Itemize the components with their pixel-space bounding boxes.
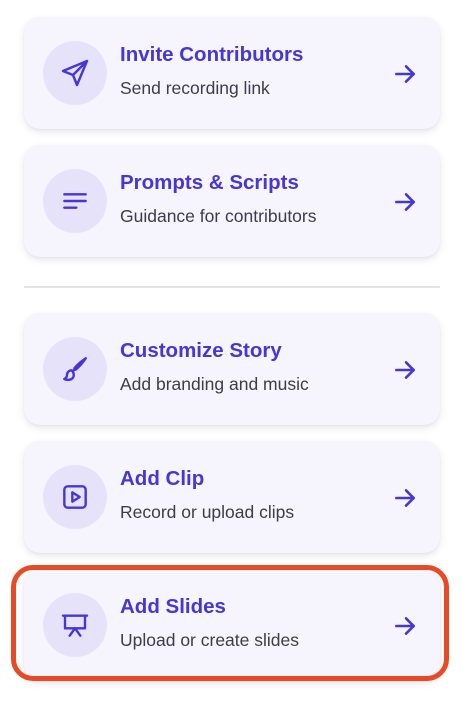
- card-subtitle: Guidance for contributors: [120, 206, 317, 226]
- lines-icon: [43, 169, 107, 233]
- card-subtitle: Record or upload clips: [120, 502, 295, 522]
- arrow-right-icon[interactable]: [392, 485, 418, 511]
- section-divider: [24, 286, 440, 288]
- brush-icon: [43, 337, 107, 401]
- add-slides-card[interactable]: Add Slides Upload or create slides: [24, 569, 440, 681]
- card-subtitle: Add branding and music: [120, 374, 309, 394]
- arrow-right-icon[interactable]: [392, 189, 418, 215]
- presentation-icon: [43, 593, 107, 657]
- arrow-right-icon[interactable]: [392, 613, 418, 639]
- arrow-right-icon[interactable]: [392, 61, 418, 87]
- card-subtitle: Send recording link: [120, 78, 270, 98]
- card-title: Invite Contributors: [120, 43, 304, 66]
- card-title: Add Slides: [120, 595, 226, 618]
- prompts-scripts-card[interactable]: Prompts & Scripts Guidance for contribut…: [24, 145, 440, 257]
- arrow-right-icon[interactable]: [392, 357, 418, 383]
- card-title: Add Clip: [120, 467, 205, 490]
- card-subtitle: Upload or create slides: [120, 630, 299, 650]
- send-icon: [43, 41, 107, 105]
- customize-story-card[interactable]: Customize Story Add branding and music: [24, 313, 440, 425]
- add-clip-card[interactable]: Add Clip Record or upload clips: [24, 441, 440, 553]
- card-title: Customize Story: [120, 339, 282, 362]
- card-title: Prompts & Scripts: [120, 171, 299, 194]
- invite-contributors-card[interactable]: Invite Contributors Send recording link: [24, 17, 440, 129]
- play-icon: [43, 465, 107, 529]
